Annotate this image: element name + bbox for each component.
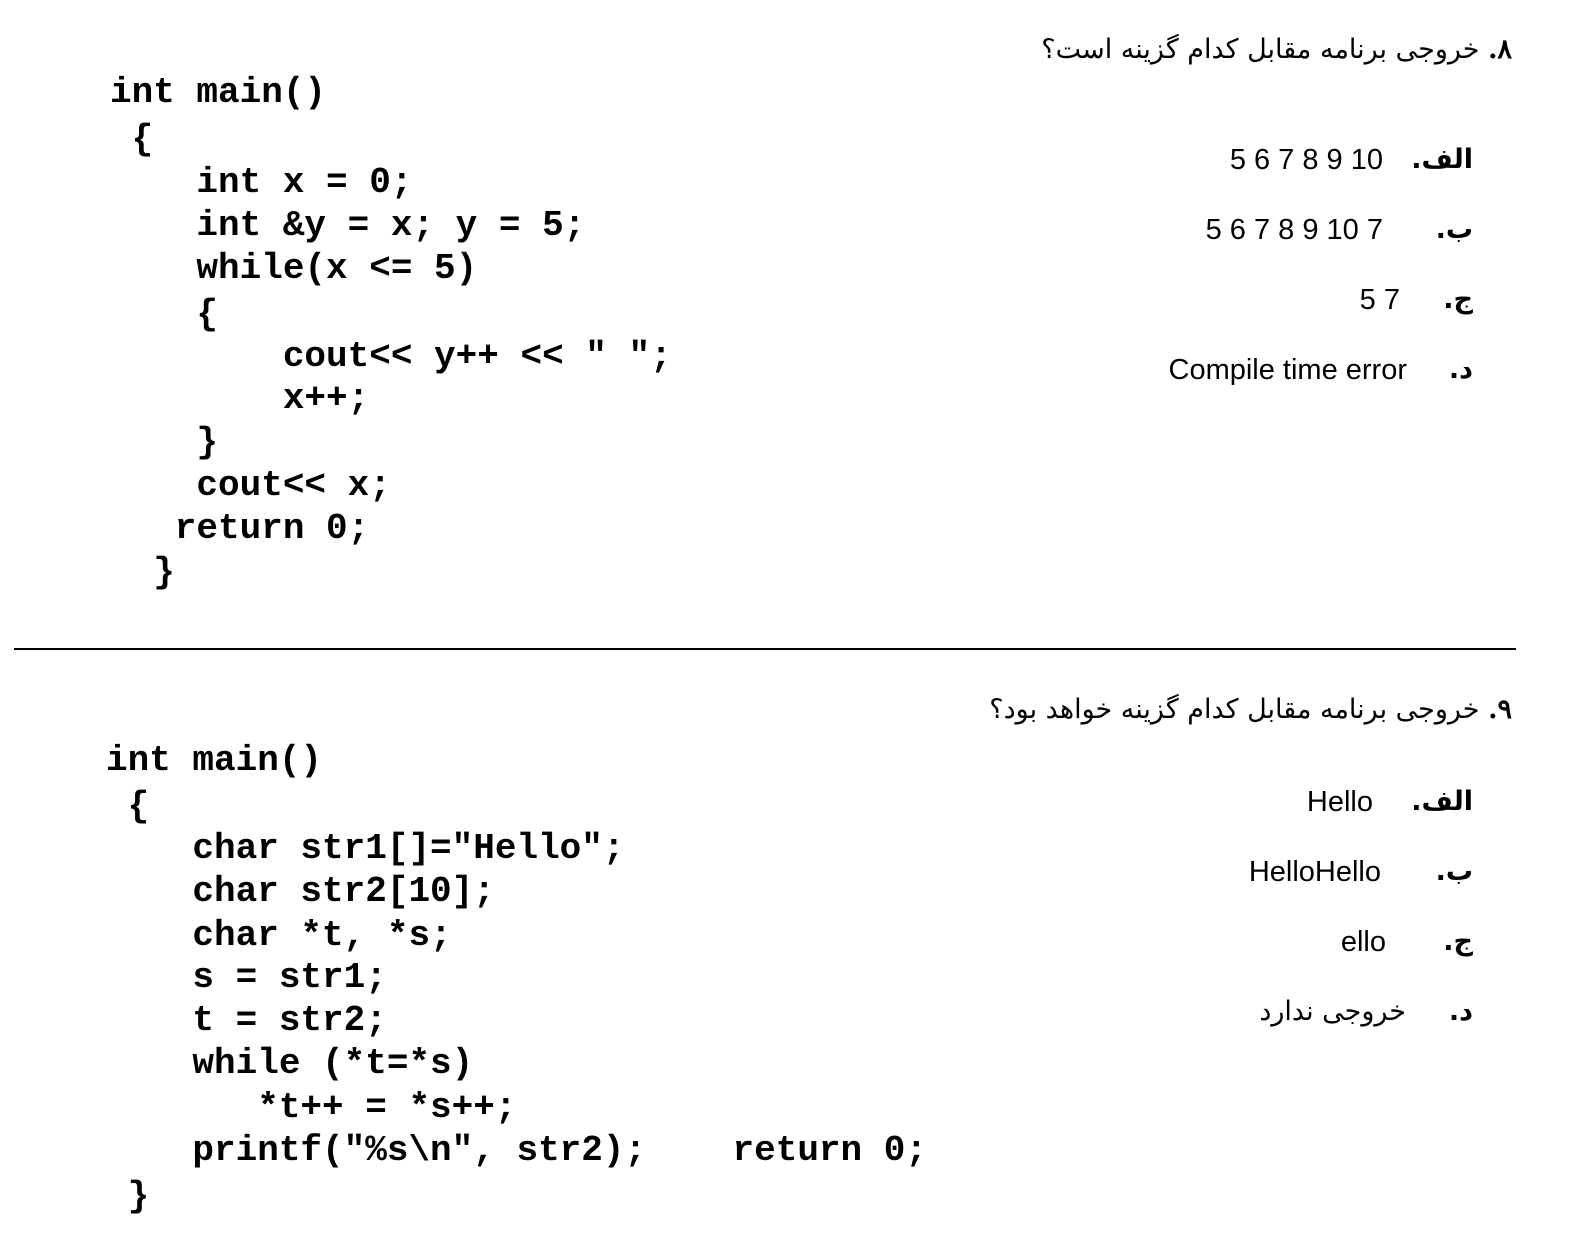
option-value: خروجی ندارد (1259, 996, 1406, 1027)
question-8-option-a: الف. 5 6 7 8 9 10 (1053, 144, 1473, 184)
question-8-option-c: ج. 5 7 (1053, 284, 1473, 324)
code-line: int &y = x; y = 5; (110, 205, 586, 246)
option-value: 5 6 7 8 9 10 (1229, 144, 1383, 176)
option-marker: ج. (1443, 926, 1473, 957)
code-line: { (106, 786, 150, 827)
code-line: while (*t=*s) (106, 1043, 474, 1084)
code-line: x++; (110, 378, 370, 419)
question-9-title: ۹. خروجی برنامه مقابل کدام گزینه خواهد ب… (989, 694, 1512, 725)
question-9-code: int main() { char str1[]="Hello"; char s… (106, 740, 927, 1232)
code-line: { (110, 294, 219, 335)
question-8-number: ۸. (1488, 34, 1512, 65)
question-9-option-a: الف. Hello (1053, 786, 1473, 826)
code-line: int main() (110, 72, 327, 113)
code-line: char str1[]="Hello"; (106, 828, 625, 869)
question-9-option-c: ج. ello (1053, 926, 1473, 966)
code-line: char str2[10]; (106, 871, 495, 912)
option-marker: الف. (1411, 144, 1473, 175)
option-marker: د. (1448, 354, 1473, 385)
code-line: printf("%s\n", str2); return 0; (106, 1130, 927, 1171)
code-line: *t++ = *s++; (106, 1087, 517, 1128)
option-marker: الف. (1411, 786, 1473, 817)
option-marker: ب. (1435, 214, 1473, 245)
option-value: Compile time error (1168, 354, 1408, 386)
code-line: } (110, 552, 175, 593)
code-line: } (106, 1176, 150, 1217)
option-marker: ج. (1443, 284, 1473, 315)
code-line: cout<< x; (110, 465, 391, 506)
question-8-option-b: ب. 5 6 7 8 9 10 7 (1053, 214, 1473, 254)
code-line: } (110, 422, 219, 463)
question-9-number: ۹. (1488, 694, 1512, 725)
code-line: s = str1; (106, 957, 387, 998)
code-line: t = str2; (106, 1000, 387, 1041)
question-9-option-d: د. خروجی ندارد (1053, 996, 1473, 1036)
question-9-text: خروجی برنامه مقابل کدام گزینه خواهد بود؟ (989, 694, 1480, 725)
code-line: { (110, 119, 154, 160)
option-value: Hello (1306, 786, 1373, 818)
code-line: char *t, *s; (106, 915, 452, 956)
code-line: int main() (106, 740, 323, 781)
option-value: HelloHello (1248, 856, 1381, 888)
option-marker: ب. (1435, 856, 1473, 887)
code-line: return 0; (110, 508, 370, 549)
code-line: int x = 0; (110, 162, 413, 203)
question-8-text: خروجی برنامه مقابل کدام گزینه است؟ (1041, 34, 1480, 65)
question-8-option-d: د. Compile time error (1053, 354, 1474, 394)
option-value: ello (1340, 926, 1386, 958)
option-marker: د. (1448, 996, 1473, 1027)
code-line: cout<< y++ << " "; (110, 336, 672, 377)
option-value: 5 7 (1359, 284, 1400, 316)
question-8-title: ۸. خروجی برنامه مقابل کدام گزینه است؟ (1041, 34, 1512, 65)
question-9-option-b: ب. HelloHello (1053, 856, 1473, 896)
code-line: while(x <= 5) (110, 248, 478, 289)
option-value: 5 6 7 8 9 10 7 (1205, 214, 1383, 246)
question-8-code: int main() { int x = 0; int &y = x; y = … (110, 72, 672, 605)
section-divider (14, 648, 1516, 650)
